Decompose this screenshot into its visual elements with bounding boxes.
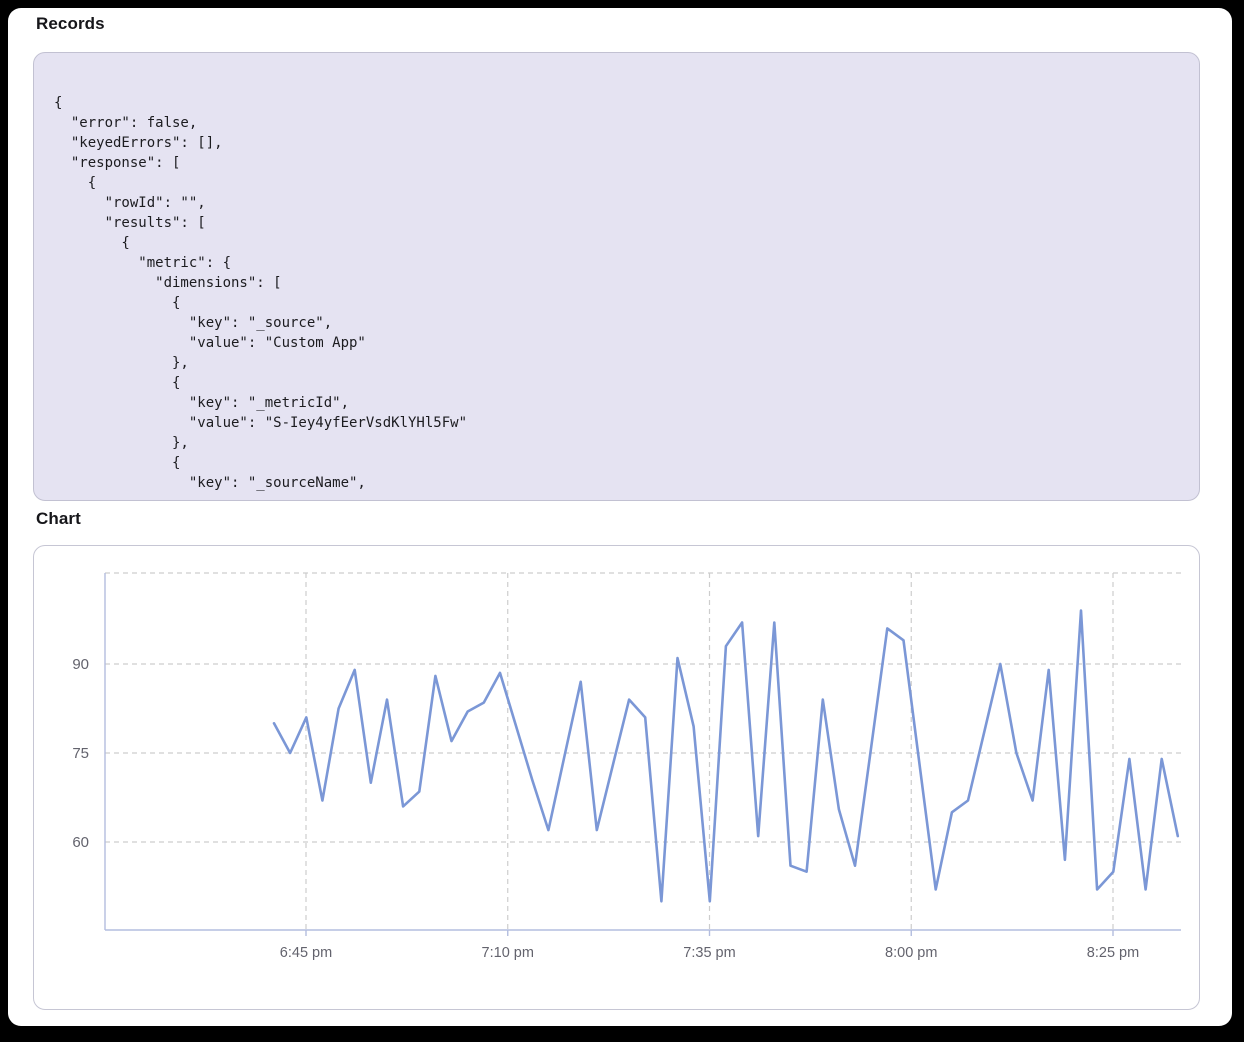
x-axis-tick-label: 8:25 pm	[1087, 945, 1139, 961]
x-axis-tick-label: 7:35 pm	[683, 945, 735, 961]
x-axis-tick-label: 8:00 pm	[885, 945, 937, 961]
page: Records { "error": false, "keyedErrors":…	[8, 8, 1232, 1026]
x-axis-tick-label: 6:45 pm	[280, 945, 332, 961]
records-json-panel: { "error": false, "keyedErrors": [], "re…	[33, 52, 1200, 501]
metric-line[interactable]	[274, 611, 1178, 902]
records-section-title: Records	[36, 14, 105, 34]
x-axis-tick-label: 7:10 pm	[482, 945, 534, 961]
line-chart-svg[interactable]: 60 75 90 6:45 pm 7:10 pm 7:35 pm 8:00 pm 8:25 p…	[34, 546, 1199, 1009]
y-axis-tick-label: 75	[72, 745, 89, 762]
records-json-code[interactable]: { "error": false, "keyedErrors": [], "re…	[34, 53, 1199, 493]
chart-panel: 60 75 90 6:45 pm 7:10 pm 7:35 pm 8:00 pm 8:25 p…	[33, 545, 1200, 1010]
chart-section-title: Chart	[36, 509, 81, 529]
y-axis-tick-label: 90	[72, 656, 89, 673]
y-axis-tick-label: 60	[72, 834, 89, 851]
